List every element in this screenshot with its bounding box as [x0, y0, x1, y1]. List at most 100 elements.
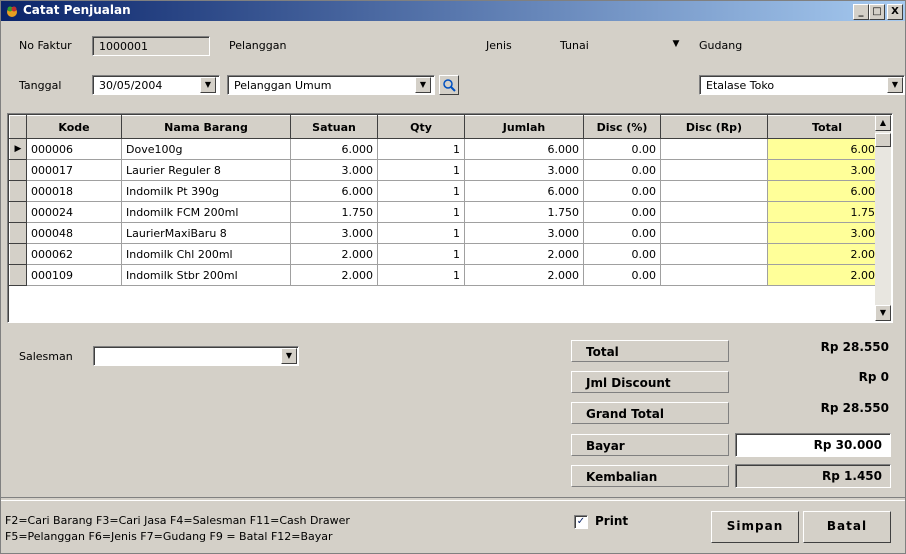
print-checkbox[interactable]: ✓	[574, 515, 588, 529]
cell-disc-pct[interactable]: 0.00	[583, 222, 661, 244]
cell-satuan[interactable]: 1.750	[290, 201, 378, 223]
cell-kode[interactable]: 000017	[26, 159, 122, 181]
cell-disc-rp[interactable]	[660, 201, 768, 223]
table-row[interactable]: 000062 Indomilk Chl 200ml 2.000 1 2.000 …	[9, 243, 887, 265]
minimize-button[interactable]: _	[853, 4, 869, 20]
cell-kode[interactable]: 000048	[26, 222, 122, 244]
column-header-disc-rp[interactable]: Disc (Rp)	[660, 115, 768, 139]
cell-total[interactable]: 6.000	[767, 138, 887, 160]
pelanggan-select[interactable]: Pelanggan Umum	[227, 75, 435, 95]
jenis-select[interactable]: Tunai	[554, 36, 686, 56]
batal-button[interactable]: Batal	[803, 511, 891, 543]
cell-qty[interactable]: 1	[377, 138, 465, 160]
column-header-qty[interactable]: Qty	[377, 115, 465, 139]
salesman-select[interactable]	[93, 346, 299, 366]
chevron-down-icon[interactable]: ▼	[887, 77, 903, 93]
table-row[interactable]: 000024 Indomilk FCM 200ml 1.750 1 1.750 …	[9, 201, 887, 223]
close-button[interactable]: X	[887, 4, 903, 20]
column-header-disc-pct[interactable]: Disc (%)	[583, 115, 661, 139]
cell-disc-rp[interactable]	[660, 159, 768, 181]
cell-total[interactable]: 3.000	[767, 159, 887, 181]
cell-qty[interactable]: 1	[377, 201, 465, 223]
cell-disc-pct[interactable]: 0.00	[583, 138, 661, 160]
table-row[interactable]: 000018 Indomilk Pt 390g 6.000 1 6.000 0.…	[9, 180, 887, 202]
row-indicator[interactable]	[9, 159, 27, 181]
cell-qty[interactable]: 1	[377, 243, 465, 265]
maximize-button[interactable]: □	[869, 4, 885, 20]
cell-satuan[interactable]: 6.000	[290, 180, 378, 202]
cell-disc-pct[interactable]: 0.00	[583, 201, 661, 223]
gudang-select[interactable]: Etalase Toko	[699, 75, 905, 95]
cell-satuan[interactable]: 3.000	[290, 159, 378, 181]
print-label[interactable]: Print	[595, 514, 628, 528]
grid-vertical-scrollbar[interactable]: ▲ ▼	[875, 115, 891, 321]
table-row[interactable]: 000048 LaurierMaxiBaru 8 3.000 1 3.000 0…	[9, 222, 887, 244]
scroll-up-button[interactable]: ▲	[875, 115, 891, 131]
cell-jumlah[interactable]: 2.000	[464, 243, 584, 265]
cell-disc-rp[interactable]	[660, 264, 768, 286]
bayar-input[interactable]: Rp 30.000	[735, 433, 891, 457]
cell-qty[interactable]: 1	[377, 159, 465, 181]
column-header-total[interactable]: Total	[767, 115, 887, 139]
cell-disc-rp[interactable]	[660, 180, 768, 202]
row-indicator[interactable]	[9, 180, 27, 202]
row-indicator[interactable]	[9, 201, 27, 223]
simpan-button[interactable]: Simpan	[711, 511, 799, 543]
cell-total[interactable]: 6.000	[767, 180, 887, 202]
cell-nama[interactable]: LaurierMaxiBaru 8	[121, 222, 291, 244]
table-row[interactable]: 000109 Indomilk Stbr 200ml 2.000 1 2.000…	[9, 264, 887, 286]
table-row[interactable]: 000017 Laurier Reguler 8 3.000 1 3.000 0…	[9, 159, 887, 181]
cell-nama[interactable]: Indomilk Stbr 200ml	[121, 264, 291, 286]
cell-disc-pct[interactable]: 0.00	[583, 243, 661, 265]
search-pelanggan-button[interactable]	[439, 75, 459, 95]
cell-qty[interactable]: 1	[377, 180, 465, 202]
scroll-thumb[interactable]	[875, 133, 891, 147]
cell-satuan[interactable]: 6.000	[290, 138, 378, 160]
cell-satuan[interactable]: 3.000	[290, 222, 378, 244]
cell-nama[interactable]: Dove100g	[121, 138, 291, 160]
cell-satuan[interactable]: 2.000	[290, 264, 378, 286]
cell-qty[interactable]: 1	[377, 222, 465, 244]
row-indicator[interactable]	[9, 264, 27, 286]
cell-total[interactable]: 2.000	[767, 264, 887, 286]
cell-kode[interactable]: 000018	[26, 180, 122, 202]
chevron-down-icon[interactable]: ▼	[668, 38, 684, 54]
cell-jumlah[interactable]: 3.000	[464, 159, 584, 181]
cell-disc-pct[interactable]: 0.00	[583, 159, 661, 181]
cell-qty[interactable]: 1	[377, 264, 465, 286]
cell-jumlah[interactable]: 6.000	[464, 180, 584, 202]
column-header-nama-barang[interactable]: Nama Barang	[121, 115, 291, 139]
cell-disc-rp[interactable]	[660, 243, 768, 265]
cell-nama[interactable]: Indomilk FCM 200ml	[121, 201, 291, 223]
items-grid[interactable]: Kode Nama Barang Satuan Qty Jumlah Disc …	[7, 113, 893, 323]
cell-total[interactable]: 2.000	[767, 243, 887, 265]
chevron-down-icon[interactable]: ▼	[415, 77, 431, 93]
cell-total[interactable]: 3.000	[767, 222, 887, 244]
cell-kode[interactable]: 000062	[26, 243, 122, 265]
row-indicator[interactable]	[9, 243, 27, 265]
cell-nama[interactable]: Indomilk Pt 390g	[121, 180, 291, 202]
cell-disc-pct[interactable]: 0.00	[583, 180, 661, 202]
cell-satuan[interactable]: 2.000	[290, 243, 378, 265]
cell-jumlah[interactable]: 1.750	[464, 201, 584, 223]
cell-nama[interactable]: Indomilk Chl 200ml	[121, 243, 291, 265]
cell-jumlah[interactable]: 2.000	[464, 264, 584, 286]
table-row[interactable]: ▶ 000006 Dove100g 6.000 1 6.000 0.00 6.0…	[9, 138, 887, 160]
cell-nama[interactable]: Laurier Reguler 8	[121, 159, 291, 181]
cell-disc-pct[interactable]: 0.00	[583, 264, 661, 286]
chevron-down-icon[interactable]: ▼	[200, 77, 216, 93]
scroll-down-button[interactable]: ▼	[875, 305, 891, 321]
cell-jumlah[interactable]: 3.000	[464, 222, 584, 244]
cell-kode[interactable]: 000109	[26, 264, 122, 286]
column-header-kode[interactable]: Kode	[26, 115, 122, 139]
row-indicator[interactable]	[9, 222, 27, 244]
row-pointer-icon[interactable]: ▶	[9, 138, 27, 160]
chevron-down-icon[interactable]: ▼	[281, 348, 297, 364]
cell-disc-rp[interactable]	[660, 222, 768, 244]
cell-total[interactable]: 1.750	[767, 201, 887, 223]
column-header-satuan[interactable]: Satuan	[290, 115, 378, 139]
cell-disc-rp[interactable]	[660, 138, 768, 160]
column-header-jumlah[interactable]: Jumlah	[464, 115, 584, 139]
cell-jumlah[interactable]: 6.000	[464, 138, 584, 160]
cell-kode[interactable]: 000024	[26, 201, 122, 223]
